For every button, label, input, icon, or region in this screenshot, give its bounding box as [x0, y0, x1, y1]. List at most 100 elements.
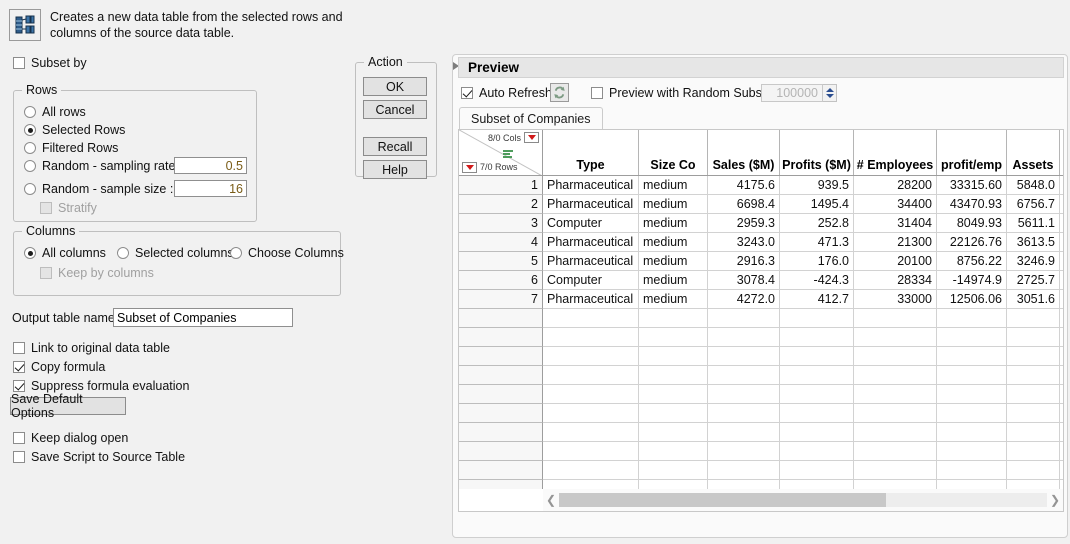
table-cell[interactable]: [639, 385, 708, 404]
table-cell[interactable]: [543, 328, 639, 347]
sampling-rate-input[interactable]: 0.5: [174, 157, 247, 174]
table-cell[interactable]: [854, 385, 937, 404]
suppress-formula-checkbox[interactable]: Suppress formula evaluation: [13, 379, 189, 393]
link-original-checkbox[interactable]: Link to original data table: [13, 341, 170, 355]
table-cell[interactable]: [780, 385, 854, 404]
table-cell[interactable]: [708, 423, 780, 442]
table-cell[interactable]: 28200: [854, 176, 937, 195]
random-subset-checkbox[interactable]: Preview with Random Subset: [591, 86, 772, 100]
row-number[interactable]: 7: [459, 290, 543, 309]
table-row[interactable]: 5Pharmaceuticalmedium2916.3176.020100875…: [459, 252, 1063, 271]
table-cell[interactable]: [780, 366, 854, 385]
refresh-icon[interactable]: [550, 83, 569, 102]
table-cell[interactable]: 6698.4: [708, 195, 780, 214]
table-cell[interactable]: 3246.9: [1007, 252, 1060, 271]
row-number[interactable]: 2: [459, 195, 543, 214]
table-cell[interactable]: [708, 309, 780, 328]
save-script-checkbox[interactable]: Save Script to Source Table: [13, 450, 185, 464]
radio-sample-size[interactable]: Random - sample size :: [24, 182, 173, 196]
radio-choose-columns[interactable]: Choose Columns: [230, 246, 344, 260]
table-row[interactable]: [459, 328, 1063, 347]
table-cell[interactable]: 8756.22: [937, 252, 1007, 271]
auto-refresh-checkbox[interactable]: Auto Refresh: [461, 86, 552, 100]
table-cell[interactable]: 21300: [854, 233, 937, 252]
table-cell[interactable]: [937, 347, 1007, 366]
scrollbar-track[interactable]: [559, 493, 1047, 507]
column-header[interactable]: Type: [543, 130, 639, 175]
table-cell[interactable]: [854, 442, 937, 461]
table-cell[interactable]: [1060, 233, 1063, 252]
table-cell[interactable]: [708, 366, 780, 385]
table-cell[interactable]: Pharmaceutical: [543, 176, 639, 195]
table-cell[interactable]: [1060, 328, 1063, 347]
sample-size-input[interactable]: 16: [174, 180, 247, 197]
table-cell[interactable]: [708, 442, 780, 461]
save-default-options-button[interactable]: Save Default Options: [10, 397, 126, 415]
table-cell[interactable]: [639, 480, 708, 489]
table-cell[interactable]: 176.0: [780, 252, 854, 271]
table-row[interactable]: [459, 309, 1063, 328]
subset-by-checkbox[interactable]: Subset by: [13, 56, 87, 70]
table-cell[interactable]: [1060, 252, 1063, 271]
table-cell[interactable]: Pharmaceutical: [543, 233, 639, 252]
table-cell[interactable]: [639, 309, 708, 328]
table-cell[interactable]: [854, 328, 937, 347]
table-cell[interactable]: 12506.06: [937, 290, 1007, 309]
table-cell[interactable]: [1060, 423, 1063, 442]
table-cell[interactable]: [937, 442, 1007, 461]
row-number[interactable]: [459, 442, 543, 461]
horizontal-scrollbar[interactable]: ❮ ❯: [543, 489, 1063, 511]
table-cell[interactable]: [639, 347, 708, 366]
table-cell[interactable]: [1060, 480, 1063, 489]
column-header[interactable]: Profits ($M): [780, 130, 854, 175]
row-number[interactable]: [459, 347, 543, 366]
output-table-name-input[interactable]: Subset of Companies: [113, 308, 293, 327]
table-cell[interactable]: [543, 385, 639, 404]
table-cell[interactable]: 939.5: [780, 176, 854, 195]
table-cell[interactable]: [780, 309, 854, 328]
table-row[interactable]: [459, 404, 1063, 423]
radio-selected-rows[interactable]: Selected Rows: [24, 123, 125, 137]
table-cell[interactable]: 3613.5: [1007, 233, 1060, 252]
random-subset-spin-arrows[interactable]: [823, 84, 837, 102]
table-cell[interactable]: [1060, 461, 1063, 480]
table-row[interactable]: [459, 461, 1063, 480]
table-cell[interactable]: [1007, 480, 1060, 489]
row-number[interactable]: 3: [459, 214, 543, 233]
table-cell[interactable]: 43470.93: [937, 195, 1007, 214]
table-cell[interactable]: 31404: [854, 214, 937, 233]
table-cell[interactable]: [639, 366, 708, 385]
table-cell[interactable]: [1007, 404, 1060, 423]
table-cell[interactable]: [1007, 347, 1060, 366]
column-header[interactable]: profit/emp: [937, 130, 1007, 175]
row-number[interactable]: [459, 423, 543, 442]
table-cell[interactable]: 3051.6: [1007, 290, 1060, 309]
table-cell[interactable]: [780, 461, 854, 480]
table-cell[interactable]: medium: [639, 176, 708, 195]
table-cell[interactable]: [1007, 385, 1060, 404]
table-cell[interactable]: [1060, 404, 1063, 423]
table-cell[interactable]: [780, 347, 854, 366]
table-row[interactable]: [459, 442, 1063, 461]
table-cell[interactable]: 4272.0: [708, 290, 780, 309]
table-cell[interactable]: 20100: [854, 252, 937, 271]
table-cell[interactable]: [1060, 385, 1063, 404]
copy-formula-checkbox[interactable]: Copy formula: [13, 360, 105, 374]
table-cell[interactable]: 28334: [854, 271, 937, 290]
table-row[interactable]: 1Pharmaceuticalmedium4175.6939.528200333…: [459, 176, 1063, 195]
table-cell[interactable]: [1060, 214, 1063, 233]
ok-button[interactable]: OK: [363, 77, 427, 96]
table-cell[interactable]: [854, 347, 937, 366]
table-cell[interactable]: Computer: [543, 271, 639, 290]
table-cell[interactable]: Pharmaceutical: [543, 290, 639, 309]
keep-dialog-open-checkbox[interactable]: Keep dialog open: [13, 431, 128, 445]
table-cell[interactable]: [780, 328, 854, 347]
row-number[interactable]: 4: [459, 233, 543, 252]
table-cell[interactable]: [1007, 366, 1060, 385]
table-cell[interactable]: [1007, 442, 1060, 461]
row-number[interactable]: 6: [459, 271, 543, 290]
table-cell[interactable]: [543, 442, 639, 461]
tab-subset-of-companies[interactable]: Subset of Companies: [459, 107, 603, 130]
table-cell[interactable]: [543, 461, 639, 480]
table-row[interactable]: 6Computermedium3078.4-424.328334-14974.9…: [459, 271, 1063, 290]
